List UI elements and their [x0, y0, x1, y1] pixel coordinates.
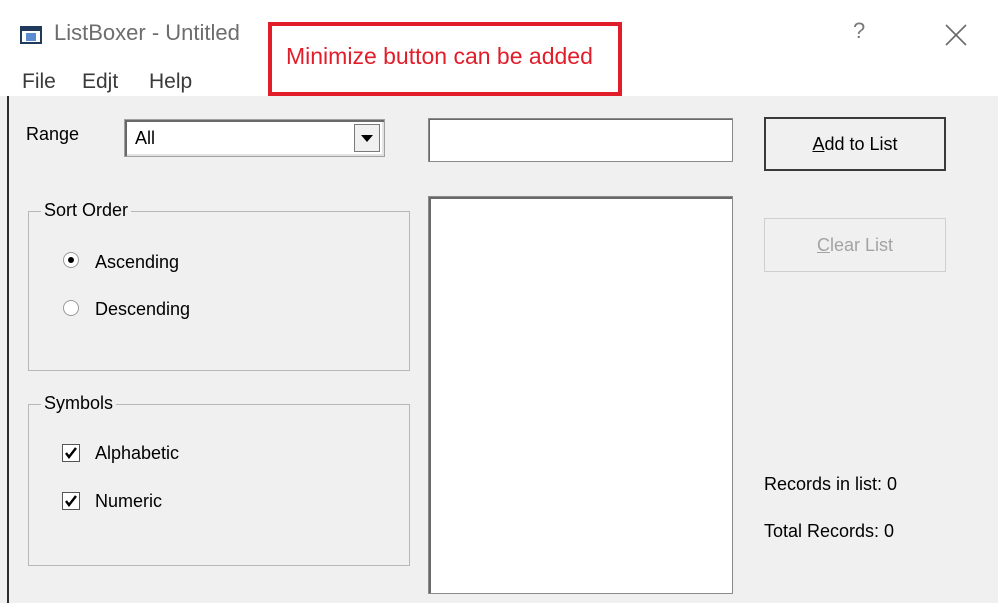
- window-left-edge: [7, 96, 9, 603]
- symbols-group: Symbols: [28, 393, 410, 566]
- range-dropdown[interactable]: All: [124, 119, 385, 157]
- checkmark-icon: [65, 495, 77, 507]
- annotation-box: Minimize button can be added: [268, 22, 622, 96]
- sort-order-group: Sort Order: [28, 200, 410, 371]
- symbols-title: Symbols: [41, 393, 117, 414]
- menu-edit[interactable]: Edjt: [82, 70, 118, 94]
- total-records-label: Total Records: 0: [764, 521, 895, 541]
- annotation-text: Minimize button can be added: [286, 43, 593, 69]
- help-button[interactable]: ?: [853, 18, 865, 44]
- numeric-label[interactable]: Numeric: [95, 491, 162, 512]
- records-listbox[interactable]: [428, 196, 733, 594]
- descending-label[interactable]: Descending: [95, 299, 190, 320]
- range-label: Range: [26, 124, 80, 144]
- app-icon: [20, 26, 42, 44]
- clear-list-button: Clear List: [764, 218, 946, 272]
- add-to-list-button[interactable]: Add to List: [764, 117, 946, 171]
- menu-help[interactable]: Help: [149, 70, 192, 94]
- checkmark-icon: [65, 447, 77, 459]
- checkbox-alphabetic[interactable]: [62, 444, 80, 462]
- range-selected-value: All: [135, 128, 156, 148]
- sort-order-title: Sort Order: [41, 200, 132, 221]
- radio-descending[interactable]: [63, 300, 79, 316]
- checkbox-numeric[interactable]: [62, 492, 80, 510]
- records-in-list-label: Records in list: 0: [764, 474, 898, 494]
- ascending-label[interactable]: Ascending: [95, 252, 179, 273]
- alphabetic-label[interactable]: Alphabetic: [95, 443, 179, 464]
- dropdown-arrow-icon[interactable]: [354, 124, 380, 152]
- window-title: ListBoxer - Untitled: [54, 20, 240, 45]
- listboxer-window: ListBoxer - Untitled ? File Edjt Help Mi…: [0, 0, 998, 603]
- radio-ascending[interactable]: [63, 252, 79, 268]
- close-icon[interactable]: [943, 22, 969, 48]
- entry-input[interactable]: [428, 118, 733, 162]
- menu-file[interactable]: File: [22, 70, 56, 94]
